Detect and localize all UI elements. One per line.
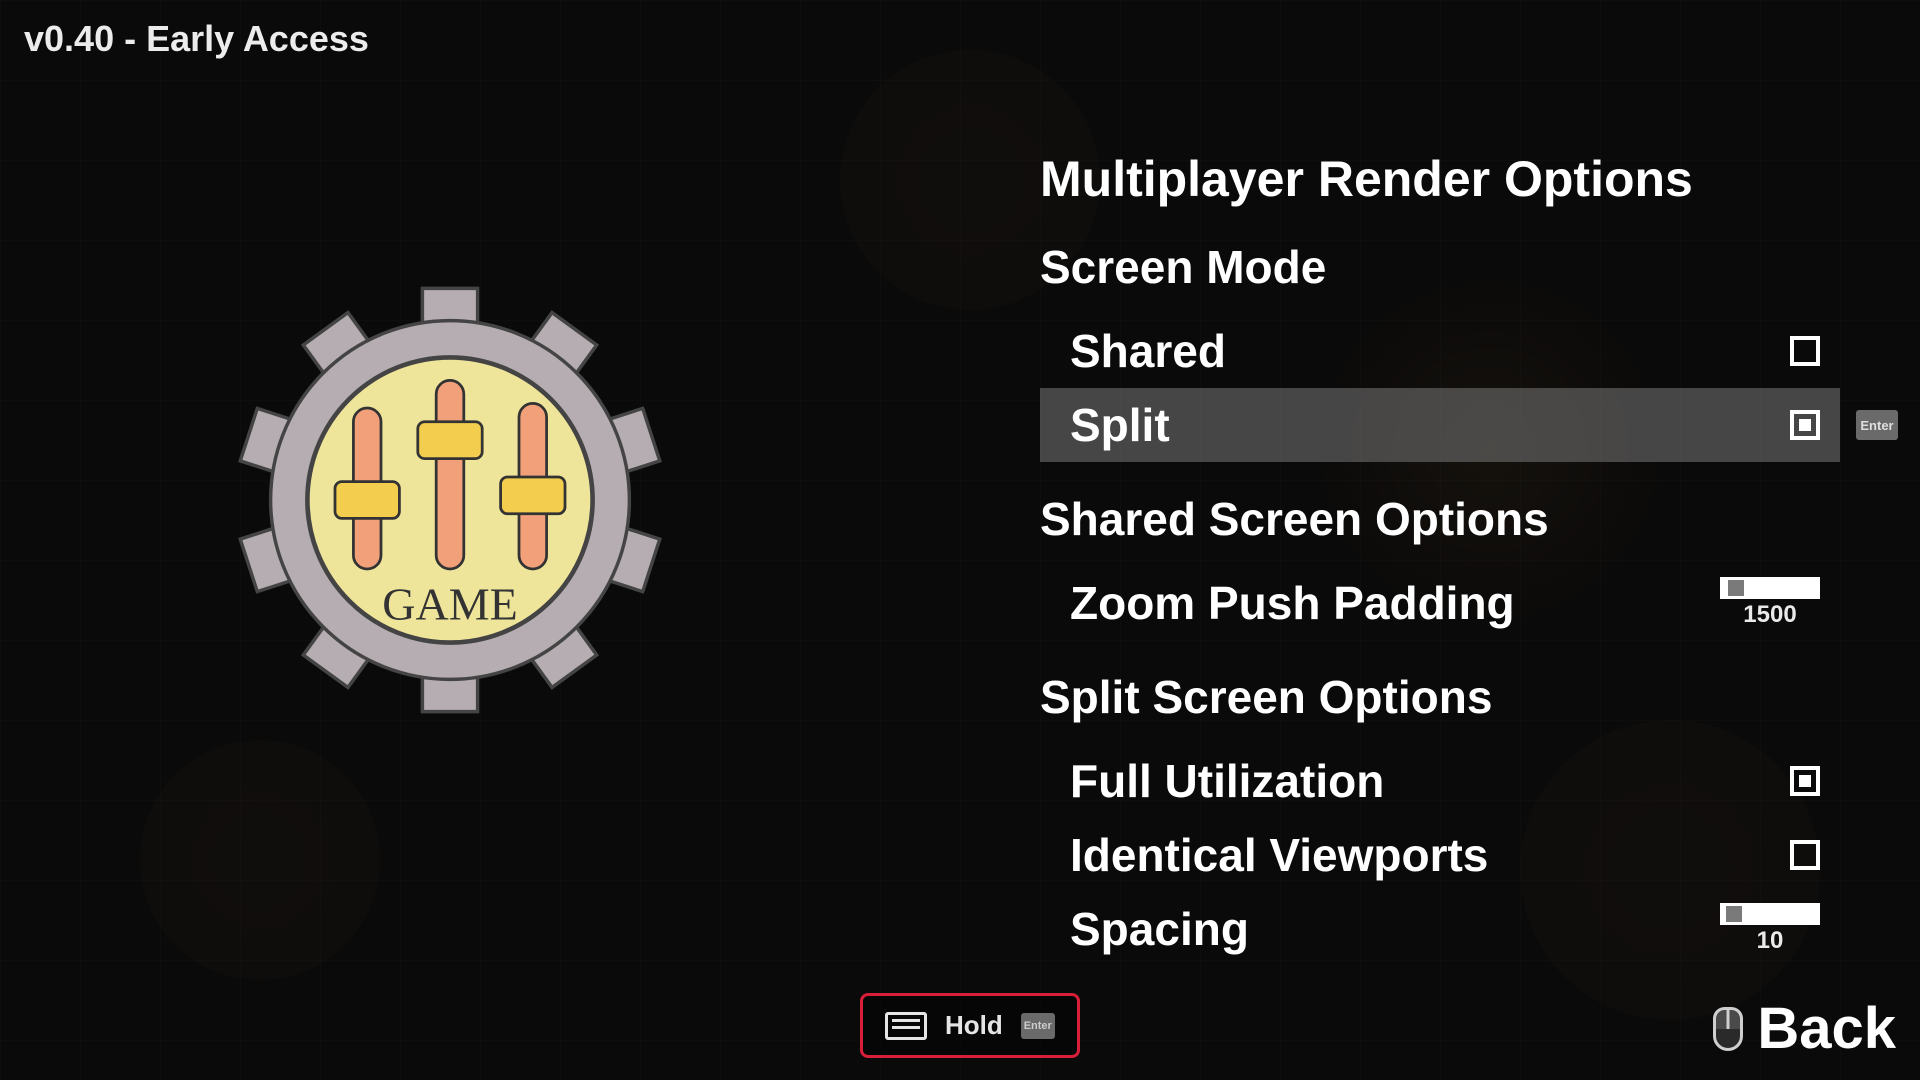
option-row-full-utilization[interactable]: Full Utilization: [1040, 744, 1840, 818]
gear-caption: GAME: [382, 579, 517, 630]
checkbox-icon[interactable]: [1790, 766, 1820, 796]
option-row-identical-viewports[interactable]: Identical Viewports: [1040, 818, 1840, 892]
back-button[interactable]: Back: [1713, 995, 1896, 1062]
slider-control[interactable]: 10: [1720, 903, 1820, 955]
option-row-spacing[interactable]: Spacing 10: [1040, 892, 1840, 966]
option-row-zoom-push-padding[interactable]: Zoom Push Padding 1500: [1040, 566, 1840, 640]
back-label: Back: [1757, 995, 1896, 1062]
slider-value: 1500: [1743, 601, 1796, 629]
slider-control[interactable]: 1500: [1720, 577, 1820, 629]
bg-table-deco: [140, 740, 380, 980]
enter-key-hint: Enter: [1856, 410, 1898, 440]
keyboard-icon: [885, 1012, 927, 1040]
hold-label: Hold: [945, 1010, 1003, 1041]
option-label: Identical Viewports: [1070, 828, 1488, 882]
option-row-shared[interactable]: Shared: [1040, 314, 1840, 388]
option-label: Split: [1070, 398, 1170, 452]
mouse-icon: [1713, 1007, 1743, 1051]
option-label: Zoom Push Padding: [1070, 576, 1515, 630]
option-label: Full Utilization: [1070, 754, 1384, 808]
checkbox-icon[interactable]: [1790, 840, 1820, 870]
section-heading-shared-screen: Shared Screen Options: [1040, 492, 1840, 546]
options-panel: Multiplayer Render Options Screen Mode S…: [1040, 150, 1840, 966]
section-heading-split-screen: Split Screen Options: [1040, 670, 1840, 724]
option-row-split[interactable]: Split: [1040, 388, 1840, 462]
enter-key-icon: Enter: [1021, 1013, 1055, 1039]
radio-icon[interactable]: [1790, 336, 1820, 366]
hold-hint: Hold Enter: [860, 993, 1080, 1058]
game-settings-gear-icon: GAME: [220, 270, 680, 730]
panel-title: Multiplayer Render Options: [1040, 150, 1840, 208]
section-heading-screen-mode: Screen Mode: [1040, 240, 1840, 294]
option-label: Spacing: [1070, 902, 1249, 956]
option-label: Shared: [1070, 324, 1226, 378]
slider-value: 10: [1757, 927, 1784, 955]
version-label: v0.40 - Early Access: [24, 18, 369, 60]
radio-icon[interactable]: [1790, 410, 1820, 440]
